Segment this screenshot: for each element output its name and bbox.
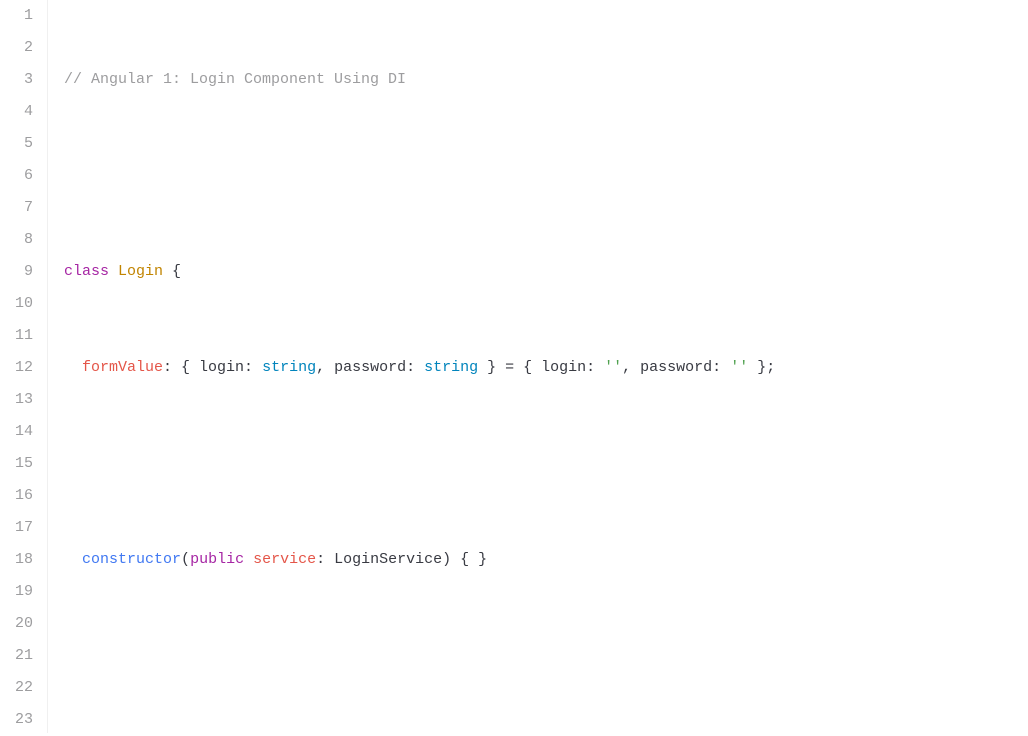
text-token (109, 263, 118, 280)
text-token: }; (748, 359, 775, 376)
line-number: 4 (0, 96, 47, 128)
line-number: 5 (0, 128, 47, 160)
line-number: 14 (0, 416, 47, 448)
string-token: '' (730, 359, 748, 376)
text-token: , password: (622, 359, 730, 376)
line-number: 16 (0, 480, 47, 512)
text-token: } = { login: (478, 359, 604, 376)
text-token: : { login: (163, 359, 262, 376)
line-number: 9 (0, 256, 47, 288)
line-number-gutter: 1 2 3 4 5 6 7 8 9 10 11 12 13 14 15 16 1… (0, 0, 48, 733)
keyword-token: public (190, 551, 244, 568)
line-number: 12 (0, 352, 47, 384)
line-number: 21 (0, 640, 47, 672)
text-token: , password: (316, 359, 424, 376)
fn-token: constructor (82, 551, 181, 568)
line-number: 22 (0, 672, 47, 704)
text-token (64, 551, 82, 568)
code-line[interactable]: class Login { (64, 256, 1028, 288)
class-token: Login (118, 263, 163, 280)
line-number: 15 (0, 448, 47, 480)
code-line[interactable]: constructor(public service: LoginService… (64, 544, 1028, 576)
line-number: 13 (0, 384, 47, 416)
text-token: ( (181, 551, 190, 568)
line-number: 10 (0, 288, 47, 320)
comment-token: // Angular 1: Login Component Using DI (64, 71, 406, 88)
line-number: 8 (0, 224, 47, 256)
line-number: 18 (0, 544, 47, 576)
line-number: 7 (0, 192, 47, 224)
line-number: 23 (0, 704, 47, 736)
code-line[interactable] (64, 640, 1028, 672)
code-editor[interactable]: // Angular 1: Login Component Using DI c… (48, 0, 1028, 733)
line-number: 3 (0, 64, 47, 96)
line-number: 11 (0, 320, 47, 352)
line-number: 6 (0, 160, 47, 192)
code-line[interactable] (64, 448, 1028, 480)
text-token: { (163, 263, 181, 280)
type-token: string (424, 359, 478, 376)
line-number: 19 (0, 576, 47, 608)
line-number: 17 (0, 512, 47, 544)
code-line[interactable]: // Angular 1: Login Component Using DI (64, 64, 1028, 96)
text-token (244, 551, 253, 568)
code-line[interactable]: formValue: { login: string, password: st… (64, 352, 1028, 384)
string-token: '' (604, 359, 622, 376)
keyword-token: class (64, 263, 109, 280)
attr-token: service (253, 551, 316, 568)
code-line[interactable] (64, 160, 1028, 192)
line-number: 20 (0, 608, 47, 640)
type-token: string (262, 359, 316, 376)
attr-token: formValue (82, 359, 163, 376)
line-number: 1 (0, 0, 47, 32)
text-token: : LoginService) { } (316, 551, 487, 568)
text-token (64, 359, 82, 376)
line-number: 2 (0, 32, 47, 64)
